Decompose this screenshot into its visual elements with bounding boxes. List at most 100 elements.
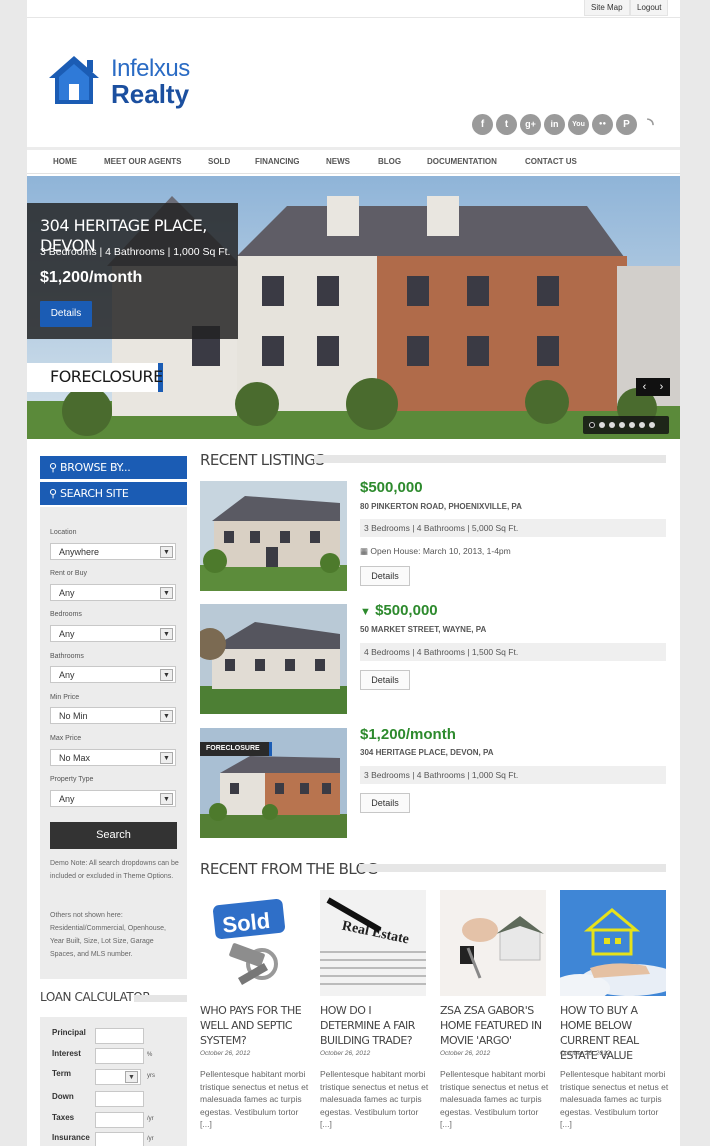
nav-documentation[interactable]: DOCUMENTATION [427, 150, 497, 174]
listing-price[interactable]: ▼ $500,000 [360, 602, 438, 621]
listing-price[interactable]: $500,000 [360, 479, 423, 497]
location-select[interactable]: Anywhere ▼ [50, 543, 176, 560]
interest-unit: % [147, 1052, 153, 1058]
listing-house-image [200, 604, 347, 714]
taxes-input[interactable] [95, 1112, 144, 1128]
nav-home[interactable]: HOME [53, 150, 77, 174]
insurance-input[interactable] [95, 1132, 144, 1146]
property-type-select[interactable]: Any ▼ [50, 790, 176, 807]
blog-post-title[interactable]: ZSA ZSA GABOR'S HOME FEATURED IN MOVIE '… [440, 1003, 548, 1048]
listing-price-value: $500,000 [375, 602, 438, 619]
slider-dot[interactable] [649, 422, 655, 428]
listing-price[interactable]: $1,200/month [360, 726, 456, 744]
bedrooms-label: Bedrooms [50, 611, 82, 618]
max-price-select[interactable]: No Max ▼ [50, 749, 176, 766]
slider-dot[interactable] [609, 422, 615, 428]
sitemap-link[interactable]: Site Map [584, 0, 630, 16]
rent-or-buy-label: Rent or Buy [50, 570, 87, 577]
select-value: Any [59, 629, 75, 639]
term-unit: yrs [147, 1073, 155, 1079]
nav-financing[interactable]: FINANCING [255, 150, 299, 174]
chevron-down-icon: ▼ [160, 587, 173, 599]
price-down-arrow-icon: ▼ [360, 606, 371, 618]
house-logo-icon[interactable] [47, 54, 101, 106]
term-select[interactable]: ▼ [95, 1069, 141, 1085]
listing-details-button[interactable]: Details [360, 566, 410, 586]
nav-sold[interactable]: SOLD [208, 150, 230, 174]
chevron-left-icon[interactable]: ‹ [636, 378, 653, 396]
taxes-label: Taxes [52, 1113, 75, 1122]
logout-link[interactable]: Logout [630, 0, 669, 16]
term-label: Term [52, 1069, 71, 1078]
blog-thumbnail[interactable] [560, 890, 666, 996]
recent-listings-title: RECENT LISTINGS [200, 451, 325, 469]
slider-dot[interactable] [619, 422, 625, 428]
bedrooms-select[interactable]: Any ▼ [50, 625, 176, 642]
blog-post-date: October 26, 2012 [560, 1050, 611, 1057]
search-site-button[interactable]: ⚲ SEARCH SITE [40, 482, 187, 505]
principal-input[interactable] [95, 1028, 144, 1044]
browse-by-button[interactable]: ⚲ BROWSE BY... [40, 456, 187, 479]
chevron-down-icon: ▼ [160, 546, 173, 558]
slider-dot[interactable] [599, 422, 605, 428]
blog-post-title[interactable]: HOW DO I DETERMINE A FAIR BUILDING TRADE… [320, 1003, 428, 1048]
min-price-label: Min Price [50, 694, 80, 701]
interest-input[interactable] [95, 1048, 144, 1064]
listing-address: 50 MARKET STREET, WAYNE, PA [360, 625, 487, 634]
min-price-select[interactable]: No Min ▼ [50, 707, 176, 724]
youtube-icon[interactable]: You [568, 114, 589, 135]
chevron-down-icon: ▼ [160, 710, 173, 722]
demo-note: Demo Note: All search dropdowns can be i… [50, 860, 179, 880]
listing-address: 304 HERITAGE PLACE, DEVON, PA [360, 748, 494, 757]
real-estate-newspaper-image: Real Estate [320, 890, 426, 996]
pinterest-icon[interactable]: P [616, 114, 637, 135]
slider-arrows: ‹ › [636, 378, 670, 396]
slider-dot[interactable] [589, 422, 595, 428]
nav-contact-us[interactable]: CONTACT US [525, 150, 577, 174]
listing-thumbnail[interactable] [200, 481, 347, 591]
title-divider [134, 995, 187, 1002]
rent-or-buy-select[interactable]: Any ▼ [50, 584, 176, 601]
linkedin-icon[interactable]: in [544, 114, 565, 135]
insurance-label: Insurance [52, 1133, 90, 1142]
slider-dot[interactable] [629, 422, 635, 428]
slider-dot[interactable] [639, 422, 645, 428]
down-input[interactable] [95, 1091, 144, 1107]
listing-thumbnail[interactable]: FORECLOSURE [200, 728, 347, 838]
bathrooms-select[interactable]: Any ▼ [50, 666, 176, 683]
facebook-icon[interactable]: f [472, 114, 493, 135]
page-wrapper: Site Map Logout Infelxus Realty f t g+ i… [27, 0, 680, 1146]
hero-details-button[interactable]: Details [40, 301, 92, 327]
select-value: Any [59, 794, 75, 804]
listing-specs: 3 Bedrooms | 4 Bathrooms | 1,000 Sq Ft. [360, 766, 666, 784]
nav-meet-our-agents[interactable]: MEET OUR AGENTS [104, 150, 181, 174]
select-value: Any [59, 588, 75, 598]
blog-post-excerpt: Pellentesque habitant morbi tristique se… [200, 1069, 309, 1129]
blog-thumbnail[interactable]: Real Estate [320, 890, 426, 996]
logo-text-bottom[interactable]: Realty [111, 80, 189, 108]
nav-news[interactable]: NEWS [326, 150, 350, 174]
flickr-icon[interactable]: ●● [592, 114, 613, 135]
search-button[interactable]: Search [50, 822, 177, 849]
chevron-right-icon[interactable]: › [653, 378, 670, 396]
listing-thumbnail[interactable] [200, 604, 347, 714]
blog-thumbnail[interactable] [440, 890, 546, 996]
blog-post-title[interactable]: WHO PAYS FOR THE WELL AND SEPTIC SYSTEM? [200, 1003, 308, 1048]
blog-post-date: October 26, 2012 [200, 1050, 251, 1057]
location-label: Location [50, 529, 77, 536]
blog-post-excerpt: Pellentesque habitant morbi tristique se… [560, 1069, 669, 1129]
twitter-icon[interactable]: t [496, 114, 517, 135]
title-divider [314, 455, 666, 463]
bathrooms-label: Bathrooms [50, 653, 84, 660]
rss-icon[interactable]: ◝ [640, 114, 661, 135]
listing-details-button[interactable]: Details [360, 793, 410, 813]
googleplus-icon[interactable]: g+ [520, 114, 541, 135]
nav-blog[interactable]: BLOG [378, 150, 401, 174]
hero-info-box: 304 HERITAGE PLACE, DEVON 3 Bedrooms | 4… [27, 203, 238, 339]
listing-details-button[interactable]: Details [360, 670, 410, 690]
hero-foreclosure-tag: FORECLOSURE [27, 363, 163, 392]
blog-section-title: RECENT FROM THE BLOG [200, 860, 378, 878]
insurance-unit: /yr [147, 1136, 154, 1142]
blog-thumbnail[interactable]: Sold [200, 890, 306, 996]
property-type-label: Property Type [50, 776, 94, 783]
